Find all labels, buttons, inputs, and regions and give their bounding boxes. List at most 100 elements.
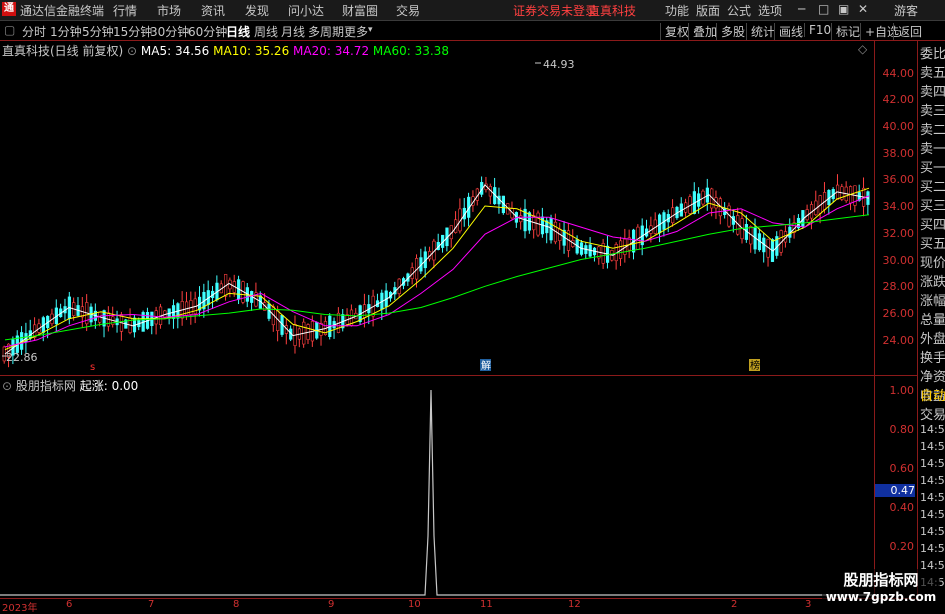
indicator-tick: 0.40 — [889, 501, 915, 514]
quote-label: 涨幅 — [920, 294, 945, 309]
watermark-line2: www.7gpzb.com — [825, 590, 937, 604]
app-title: 通达信金融终端 — [20, 4, 105, 18]
quote-label: 卖五 — [920, 66, 945, 81]
date-tick: 2023年 — [2, 603, 38, 614]
app-logo-icon: 通 — [2, 2, 16, 16]
stock-name: 直真科技 — [588, 4, 637, 18]
period-tab-30min[interactable]: 30分钟 — [150, 23, 189, 40]
close-icon[interactable]: ✕ — [858, 2, 868, 16]
menu-item-options[interactable]: 选项 — [758, 2, 782, 19]
tick-time: 14:56 — [920, 423, 945, 436]
quote-label: 卖三 — [920, 104, 945, 119]
quote-label: 卖一 — [920, 142, 945, 157]
period-tab-15min[interactable]: 15分钟 — [113, 23, 152, 40]
menu-item-trade[interactable]: 交易 — [396, 2, 420, 19]
unlock-marker-label: 解 — [481, 359, 491, 372]
login-notice[interactable]: 证券交易未登录 — [513, 2, 597, 19]
period-tab-daily[interactable]: 日线 — [226, 23, 250, 40]
price-tick: 38.00 — [882, 147, 915, 160]
rank-marker-label: 榜 — [750, 359, 760, 372]
date-tick: 9 — [328, 599, 335, 610]
tick-time: 14:56 — [920, 440, 945, 453]
date-tick: 10 — [408, 599, 421, 610]
quote-label: 买三 — [920, 199, 945, 214]
low-label: 22.86 — [6, 351, 38, 364]
high-label: 44.93 — [543, 58, 575, 71]
price-tick: 24.00 — [882, 334, 915, 347]
draw-button[interactable]: 画线 — [774, 23, 807, 40]
price-tick: 42.00 — [882, 93, 915, 106]
date-tick: 6 — [66, 599, 73, 610]
maximize-icon[interactable]: □ — [818, 2, 829, 16]
event-marker-icon: s — [90, 362, 95, 373]
tick-time: 14:56 — [920, 474, 945, 487]
restore-icon[interactable]: ▣ — [838, 2, 849, 16]
quote-label: 现价 — [920, 256, 945, 271]
price-tick: 36.00 — [882, 173, 915, 186]
period-tab-intraday[interactable]: 分时 — [22, 23, 46, 40]
quote-label: 换手 — [920, 351, 945, 366]
tool-square-icon[interactable]: ▢ — [4, 23, 15, 37]
menu-item-news[interactable]: 资讯 — [201, 2, 225, 19]
indicator-chart[interactable] — [0, 376, 874, 598]
menu-item-discover[interactable]: 发现 — [245, 2, 269, 19]
indicator-tick: 0.60 — [889, 462, 915, 475]
period-tab-1min[interactable]: 1分钟 — [50, 23, 82, 40]
indicator-tick: 0.20 — [889, 540, 915, 553]
indicator-current-value: 0.47 — [875, 484, 915, 497]
price-tick: 26.00 — [882, 307, 915, 320]
trade-label: 交易 — [920, 408, 945, 423]
auto-label[interactable]: 自动 — [920, 385, 945, 404]
guest-label[interactable]: 游客 — [894, 2, 918, 19]
period-tab-60min[interactable]: 60分钟 — [188, 23, 227, 40]
tick-time: 14:56 — [920, 542, 945, 555]
indicator-line — [0, 389, 874, 596]
menu-item-market[interactable]: 市场 — [157, 2, 181, 19]
menu-item-ask[interactable]: 问小达 — [288, 2, 324, 19]
period-tab-weekly[interactable]: 周线 — [254, 23, 278, 40]
tick-time: 14:56 — [920, 508, 945, 521]
quote-label: 外盘 — [920, 332, 945, 347]
kline-chart[interactable]: 44.93 22.86 s 解 榜 — [0, 41, 874, 375]
back-button[interactable]: 返回 — [893, 23, 926, 40]
quote-panel: 委比 卖五 卖四 卖三 卖二 卖一 买一 买二 买三 买四 买五 现价 涨跌 涨… — [917, 41, 945, 601]
menu-item-quotes[interactable]: 行情 — [113, 2, 137, 19]
menu-item-wealth[interactable]: 财富圈 — [342, 2, 378, 19]
tick-time: 14:56 — [920, 525, 945, 538]
date-tick: 7 — [148, 599, 155, 610]
indicator-axis: 1.00 0.80 0.60 0.47 0.40 0.20 — [874, 376, 917, 598]
quote-label: 买一 — [920, 161, 945, 176]
price-tick: 28.00 — [882, 280, 915, 293]
date-tick: 2 — [731, 599, 738, 610]
menu-item-function[interactable]: 功能 — [665, 2, 689, 19]
quote-label: 买五 — [920, 237, 945, 252]
menu-item-layout[interactable]: 版面 — [696, 2, 720, 19]
watermark-line1: 股朋指标网 — [843, 571, 919, 589]
price-axis: 44.00 42.00 40.00 38.00 36.00 34.00 32.0… — [874, 41, 917, 375]
period-tab-monthly[interactable]: 月线 — [281, 23, 305, 40]
quote-label: 买二 — [920, 180, 945, 195]
quote-label: 卖二 — [920, 123, 945, 138]
date-tick: 8 — [233, 599, 240, 610]
date-tick: 12 — [568, 599, 581, 610]
price-tick: 32.00 — [882, 227, 915, 240]
quote-label: 委比 — [920, 47, 945, 62]
indicator-tick: 1.00 — [889, 384, 915, 397]
price-tick: 40.00 — [882, 120, 915, 133]
quote-label: 卖四 — [920, 85, 945, 100]
chevron-down-icon[interactable]: ▾ — [368, 25, 373, 35]
menu-item-formula[interactable]: 公式 — [727, 2, 751, 19]
period-tab-more[interactable]: 更多 — [344, 23, 368, 40]
quote-label: 总量 — [920, 313, 945, 328]
quote-label: 净资 — [920, 370, 945, 385]
watermark: 股朋指标网 www.7gpzb.com — [822, 569, 940, 605]
date-tick: 3 — [805, 599, 812, 610]
price-tick: 30.00 — [882, 254, 915, 267]
multi-stock-button[interactable]: 多股 — [716, 23, 749, 40]
date-axis: 2023年 6 7 8 9 10 11 12 2 3 — [0, 598, 917, 614]
minimize-icon[interactable]: ─ — [798, 2, 805, 16]
period-tab-multi[interactable]: 多周期 — [308, 23, 344, 40]
period-tab-5min[interactable]: 5分钟 — [82, 23, 114, 40]
indicator-tick: 0.80 — [889, 423, 915, 436]
quote-label: 涨跌 — [920, 275, 945, 290]
